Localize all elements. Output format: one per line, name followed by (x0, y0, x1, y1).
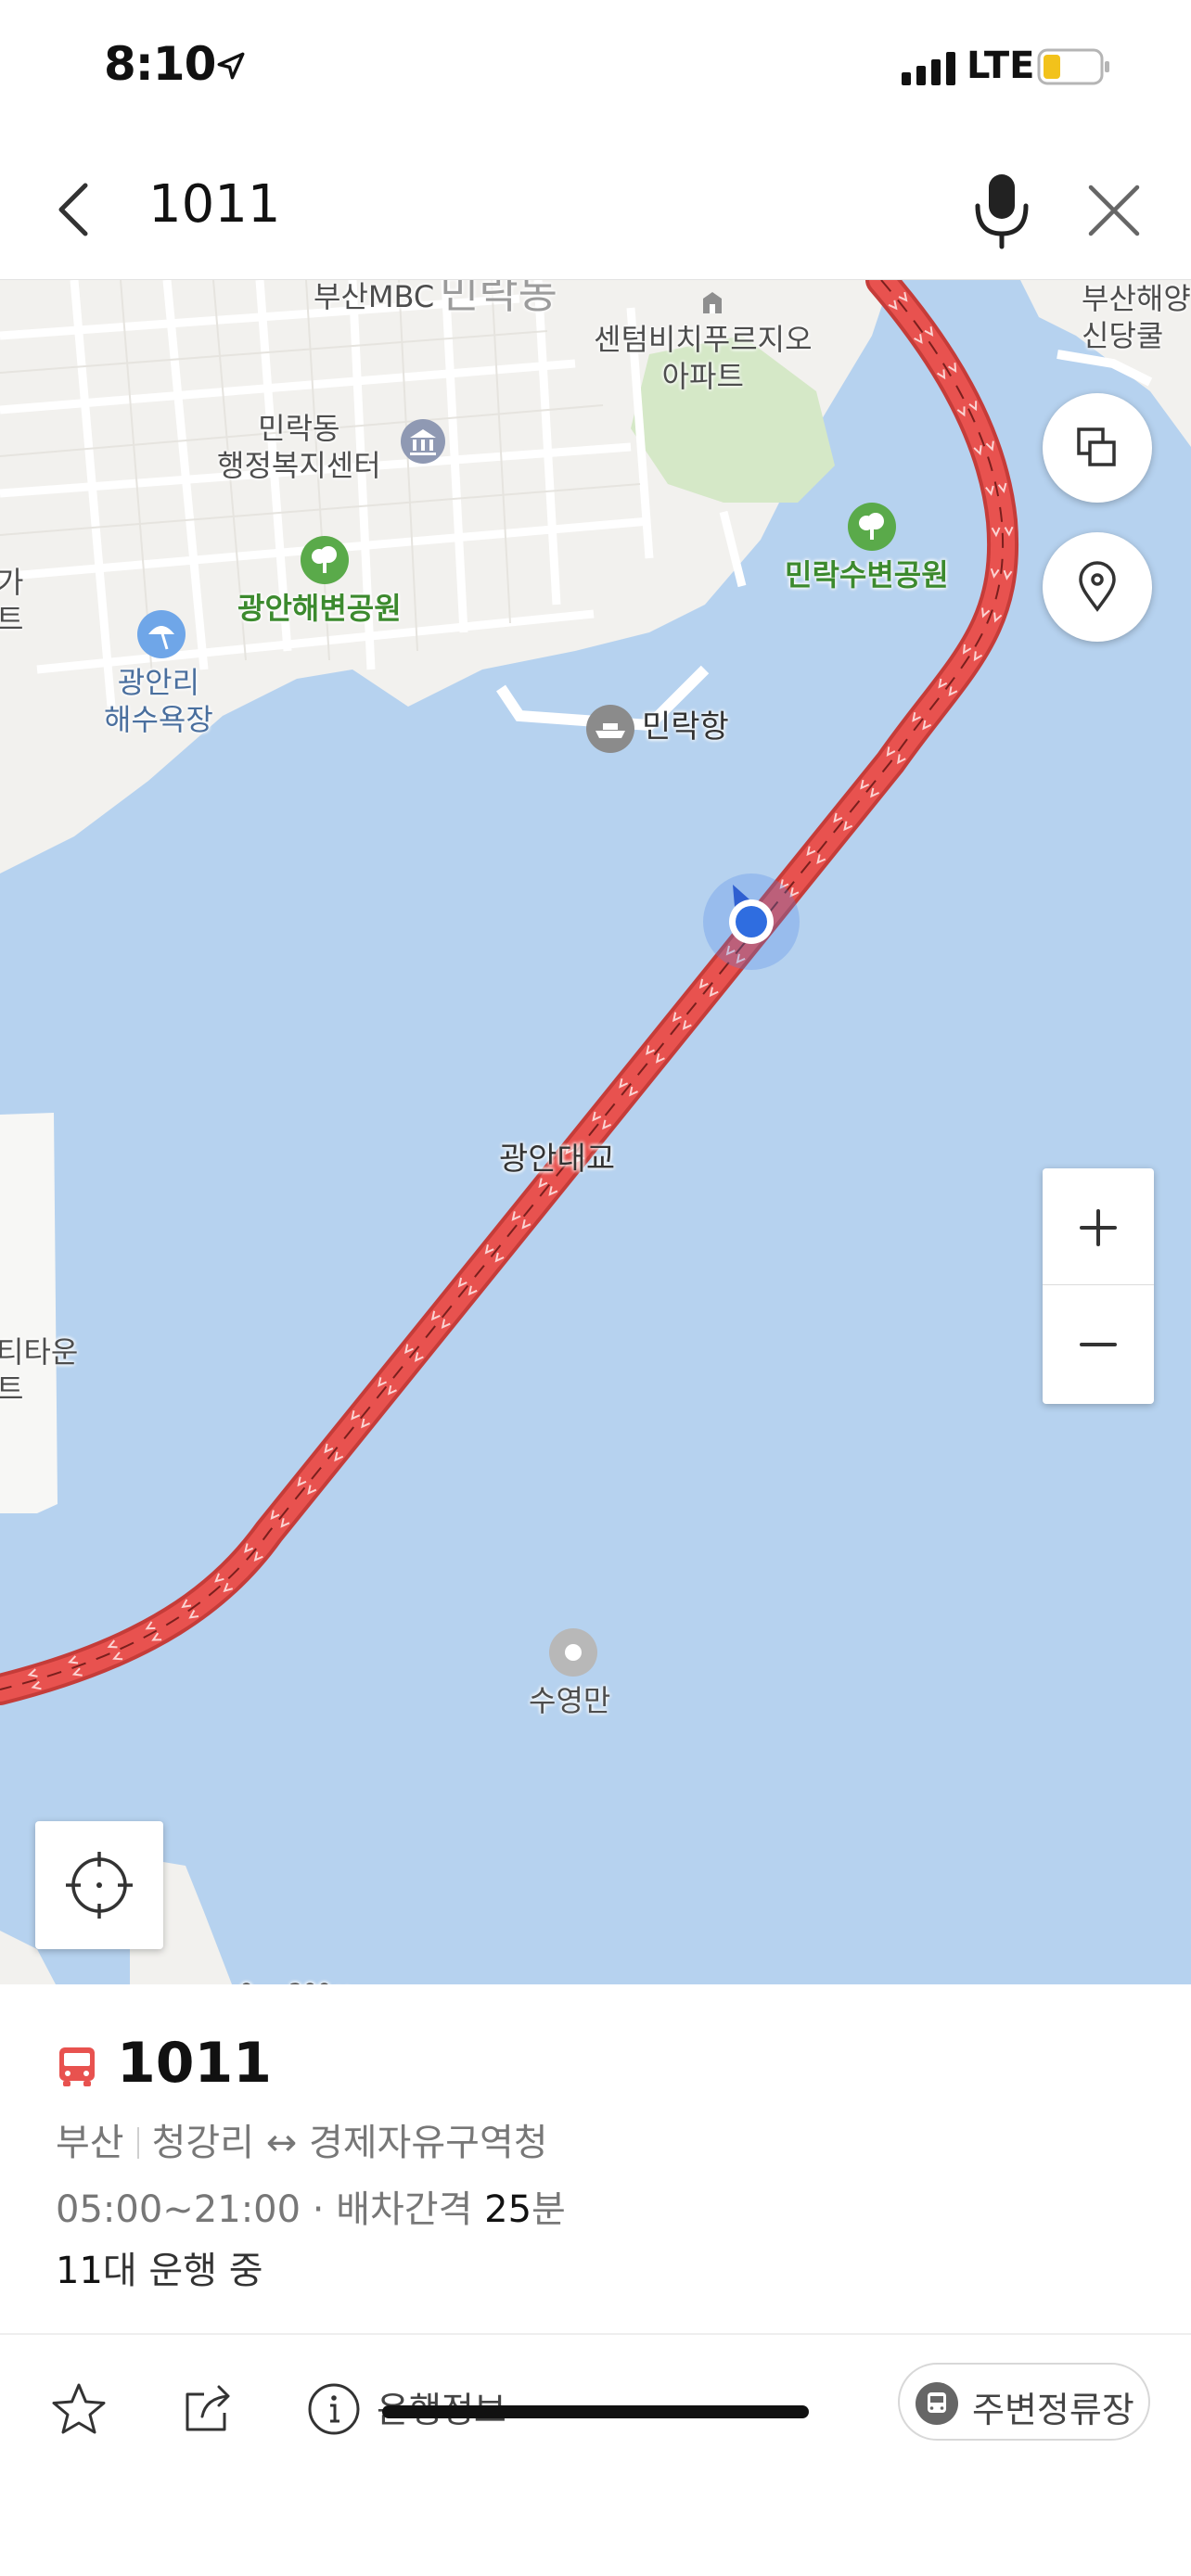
route-path: 청강리 ↔ 경제자유구역청 (151, 2122, 548, 2164)
search-input[interactable]: 1011 (148, 174, 281, 235)
running-buses: 11대 운행 중 (56, 2240, 263, 2294)
minus-icon (1080, 1343, 1117, 1346)
divider (136, 2127, 139, 2159)
status-bar: 8:10 LTE (0, 0, 1191, 139)
battery-icon (1037, 48, 1109, 85)
share-icon (186, 2385, 230, 2431)
search-bar: 1011 (0, 139, 1191, 280)
map-label-minrak-port: 민락항 (642, 708, 729, 746)
map-scale: 0 200m (239, 1973, 353, 1984)
nearby-stops-label: 주변정류장 (972, 2390, 1134, 2430)
map-pin-icon (1079, 561, 1116, 612)
map-label-busan-mbc: 부산MBC (314, 280, 435, 314)
park-icon[interactable] (299, 534, 351, 586)
map-label-gwangan-park: 광안해변공원 (237, 591, 402, 626)
close-icon[interactable] (1076, 172, 1152, 249)
beach-umbrella-icon[interactable] (135, 608, 187, 660)
layers-icon (1077, 427, 1116, 466)
apartment-icon[interactable] (699, 289, 725, 315)
route-summary: 부산 청강리 ↔ 경제자유구역청 (56, 2112, 548, 2166)
ferry-icon[interactable] (584, 703, 636, 755)
route-region: 부산 (56, 2122, 124, 2164)
zoom-controls (1043, 1168, 1154, 1404)
interval-value: 25 (484, 2188, 532, 2231)
nearby-stops-button[interactable]: 주변정류장 (898, 2363, 1150, 2441)
location-arrow-icon (217, 52, 245, 80)
map-label-admin-center: 민락동 행정복지센터 (217, 411, 381, 483)
map-label-minrak-park: 민락수변공원 (785, 557, 949, 593)
star-icon (52, 2383, 106, 2434)
bus-stop-icon (916, 2382, 958, 2425)
zoom-out-button[interactable] (1043, 1286, 1154, 1403)
status-time: 8:10 (104, 37, 216, 91)
route-info-panel: 1011 부산 청강리 ↔ 경제자유구역청 05:00~21:00 · 배차간격 … (0, 1984, 1191, 2576)
running-count: 11 (56, 2250, 103, 2292)
layers-button[interactable] (1043, 393, 1152, 503)
favorite-button[interactable] (50, 2335, 115, 2483)
current-location-button[interactable] (35, 1821, 163, 1949)
park-icon[interactable] (846, 501, 898, 553)
crosshair-icon (66, 1852, 133, 1919)
map-base (0, 280, 1191, 1984)
map-label-dong: 민락동 (440, 280, 557, 318)
zoom-in-button[interactable] (1043, 1168, 1154, 1285)
route-number: 1011 (117, 2031, 272, 2096)
interval-prefix: · 배차간격 (301, 2188, 485, 2231)
home-indicator[interactable] (382, 2405, 809, 2418)
back-icon[interactable] (39, 172, 113, 247)
map-label-gwangan-bridge: 광안대교 (499, 1141, 616, 1178)
info-icon (308, 2383, 360, 2435)
map-view[interactable]: 부산MBC 민락동 센텀비치푸르지오 아파트 부산해양 신당쿨 민락동 행정복지… (0, 280, 1191, 1984)
map-label-busan-haeyang: 부산해양 신당쿨 (1082, 281, 1191, 353)
map-label-left-edge-mid: 티타운 트 (0, 1334, 79, 1407)
plus-icon (1080, 1209, 1117, 1246)
government-building-icon[interactable] (399, 417, 447, 465)
route-schedule: 05:00~21:00 · 배차간격 25분 (56, 2179, 566, 2233)
microphone-icon[interactable] (965, 169, 1039, 252)
interval-unit: 분 (531, 2188, 566, 2231)
map-label-gwangalli-beach: 광안리 해수욕장 (104, 665, 213, 737)
bay-marker-icon[interactable] (547, 1626, 599, 1678)
map-label-centum-beach: 센텀비치푸르지오 아파트 (594, 322, 813, 394)
share-button[interactable] (180, 2335, 245, 2483)
operating-hours: 05:00~21:00 (56, 2188, 301, 2231)
network-type: LTE (967, 45, 1035, 87)
map-label-suyeong-bay: 수영만 (529, 1683, 611, 1718)
place-pin-button[interactable] (1043, 532, 1152, 642)
bus-icon (59, 2047, 95, 2086)
running-suffix: 대 운행 중 (102, 2250, 263, 2292)
map-label-left-edge-top: 가 트 (0, 565, 24, 637)
cellular-signal-icon (902, 52, 955, 85)
